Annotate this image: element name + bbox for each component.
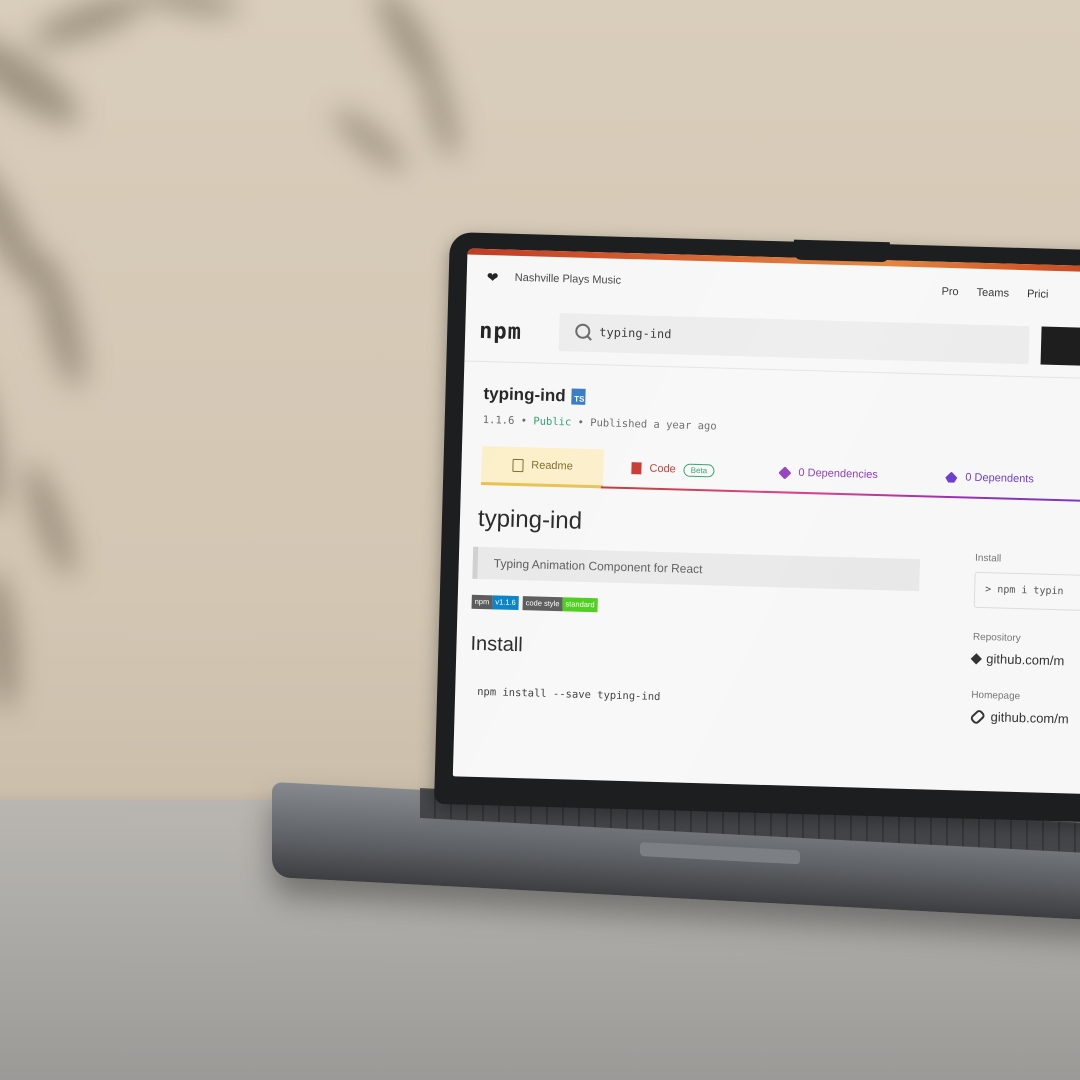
tab-dependencies-label: 0 Dependencies xyxy=(798,466,879,482)
link-icon xyxy=(969,707,987,725)
repository-link-text: github.com/m xyxy=(986,651,1065,669)
heart-icon[interactable]: ❤ xyxy=(487,269,499,286)
search-input-value: typing-ind xyxy=(599,325,672,342)
package-meta: 1.1.6 • Public • Published a year ago xyxy=(483,414,717,433)
browser-viewport: ❤ Nashville Plays Music Pro Teams Prici … xyxy=(452,248,1080,796)
install-heading: Install xyxy=(470,632,524,657)
git-icon xyxy=(970,652,982,665)
readme-content: typing-ind Typing Animation Component fo… xyxy=(469,505,930,711)
camera-notch xyxy=(793,239,890,263)
plant-shadow xyxy=(0,0,458,710)
sidebar-install: Install > npm i typin xyxy=(973,552,1080,613)
sidebar-homepage: Homepage github.com/m xyxy=(969,689,1080,729)
nav-pro[interactable]: Pro xyxy=(941,286,958,298)
sidebar-homepage-label: Homepage xyxy=(971,689,1021,703)
repository-link[interactable]: github.com/m xyxy=(970,651,1080,671)
shield-label: npm xyxy=(471,594,493,610)
tab-dependents-label: 0 Dependents xyxy=(965,471,1034,486)
npm-tagline[interactable]: Nashville Plays Music xyxy=(515,272,622,287)
npm-version-shield[interactable]: npm v1.1.6 xyxy=(471,594,519,611)
sidebar-repository: Repository github.com/m xyxy=(970,631,1080,671)
shield-value: standard xyxy=(562,597,598,613)
search-button[interactable] xyxy=(1040,326,1080,366)
nav-pricing[interactable]: Prici xyxy=(1027,288,1049,301)
homepage-link[interactable]: github.com/m xyxy=(969,707,1080,729)
homepage-link-text: github.com/m xyxy=(990,709,1069,727)
package-sidebar: Install > npm i typin Repository github.… xyxy=(969,552,1080,753)
beta-badge: Beta xyxy=(683,463,715,477)
code-style-shield[interactable]: code style standard xyxy=(522,596,598,613)
top-nav: Pro Teams Prici xyxy=(941,286,1048,301)
package-published: Published a year ago xyxy=(590,416,717,433)
shield-value: v1.1.6 xyxy=(492,595,519,611)
sidebar-install-label: Install xyxy=(974,552,1002,565)
tab-readme[interactable]: Readme xyxy=(480,445,604,489)
readme-shields: npm v1.1.6 code style standard xyxy=(471,594,927,622)
sidebar-repository-label: Repository xyxy=(972,631,1021,645)
meta-separator: • xyxy=(520,415,528,428)
readme-title: typing-ind xyxy=(477,504,583,535)
package-visibility: Public xyxy=(533,415,572,429)
tab-dependencies[interactable]: 0 Dependencies xyxy=(778,454,879,493)
install-code-block: npm install --save typing-ind xyxy=(477,685,661,704)
box-icon xyxy=(778,465,792,480)
readme-description: Typing Animation Component for React xyxy=(472,546,921,592)
shield-label: code style xyxy=(522,596,563,612)
cubes-icon xyxy=(945,471,957,482)
package-name: typing-ind xyxy=(483,384,566,406)
tab-readme-label: Readme xyxy=(531,459,573,473)
search-icon xyxy=(575,323,591,339)
install-command-box[interactable]: > npm i typin xyxy=(973,571,1080,613)
tab-dependents[interactable]: 0 Dependents xyxy=(945,459,1034,497)
meta-separator: • xyxy=(577,416,585,429)
tab-code[interactable]: Code Beta xyxy=(631,450,715,488)
code-file-icon xyxy=(631,462,642,475)
typescript-icon: TS xyxy=(571,388,586,405)
document-icon xyxy=(512,458,524,472)
laptop-screen-bezel: ❤ Nashville Plays Music Pro Teams Prici … xyxy=(434,232,1080,824)
tab-code-label: Code xyxy=(649,462,676,476)
nav-teams[interactable]: Teams xyxy=(976,287,1009,300)
package-version: 1.1.6 xyxy=(482,413,515,427)
search-input[interactable]: typing-ind xyxy=(558,313,1030,365)
npm-logo[interactable]: npm xyxy=(479,319,522,345)
